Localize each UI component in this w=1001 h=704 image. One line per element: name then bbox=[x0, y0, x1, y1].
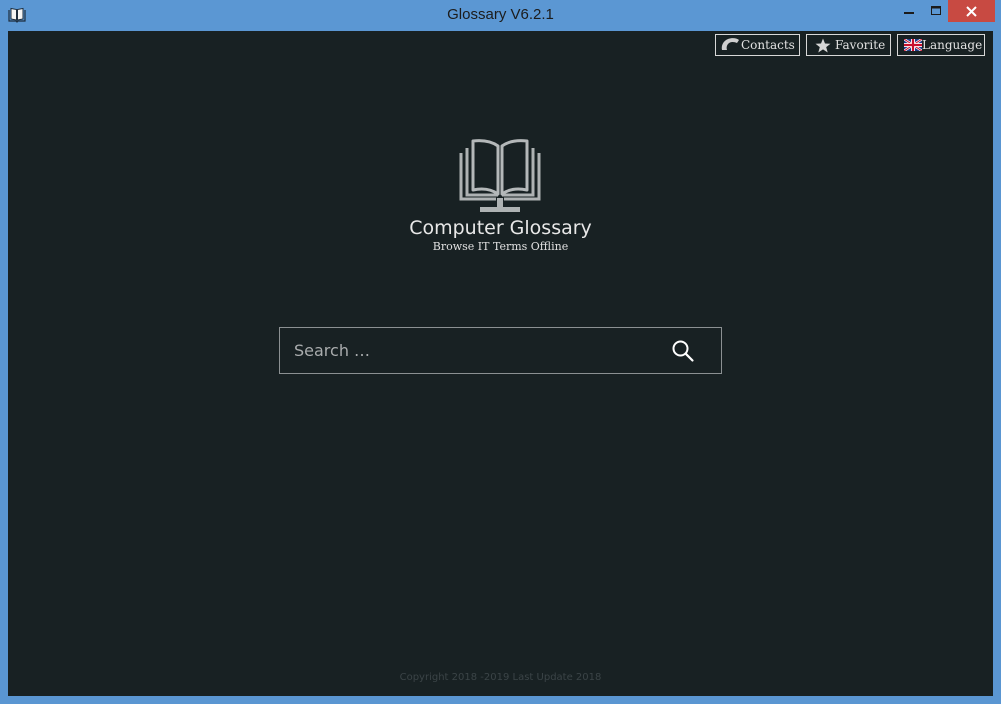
title-bar[interactable]: Glossary V6.2.1 bbox=[0, 0, 1001, 31]
app-window: Glossary V6.2.1 Contacts Favorite Langua… bbox=[0, 0, 1001, 704]
phone-icon bbox=[721, 38, 739, 50]
app-title: Computer Glossary bbox=[409, 217, 592, 239]
uk-flag-icon bbox=[904, 39, 922, 51]
contacts-label: Contacts bbox=[741, 38, 795, 52]
copyright-footer: Copyright 2018 -2019 Last Update 2018 bbox=[399, 672, 602, 683]
app-subtitle: Browse IT Terms Offline bbox=[432, 240, 569, 253]
close-icon bbox=[966, 5, 977, 17]
window-title: Glossary V6.2.1 bbox=[447, 6, 554, 23]
close-button[interactable] bbox=[948, 0, 995, 22]
favorite-button[interactable]: Favorite bbox=[806, 34, 891, 56]
maximize-button[interactable] bbox=[921, 0, 951, 22]
minimize-icon bbox=[904, 12, 914, 14]
favorite-label: Favorite bbox=[835, 38, 886, 52]
contacts-button[interactable]: Contacts bbox=[715, 34, 800, 56]
language-button[interactable]: Language bbox=[897, 34, 985, 56]
main-content: Contacts Favorite Language Computer Glos… bbox=[8, 31, 993, 696]
open-book-icon bbox=[459, 139, 541, 212]
search-box bbox=[279, 327, 722, 374]
search-input[interactable] bbox=[280, 328, 660, 373]
language-label: Language bbox=[922, 38, 983, 52]
search-icon[interactable] bbox=[671, 339, 695, 363]
maximize-icon bbox=[931, 6, 941, 15]
star-icon bbox=[815, 38, 831, 52]
